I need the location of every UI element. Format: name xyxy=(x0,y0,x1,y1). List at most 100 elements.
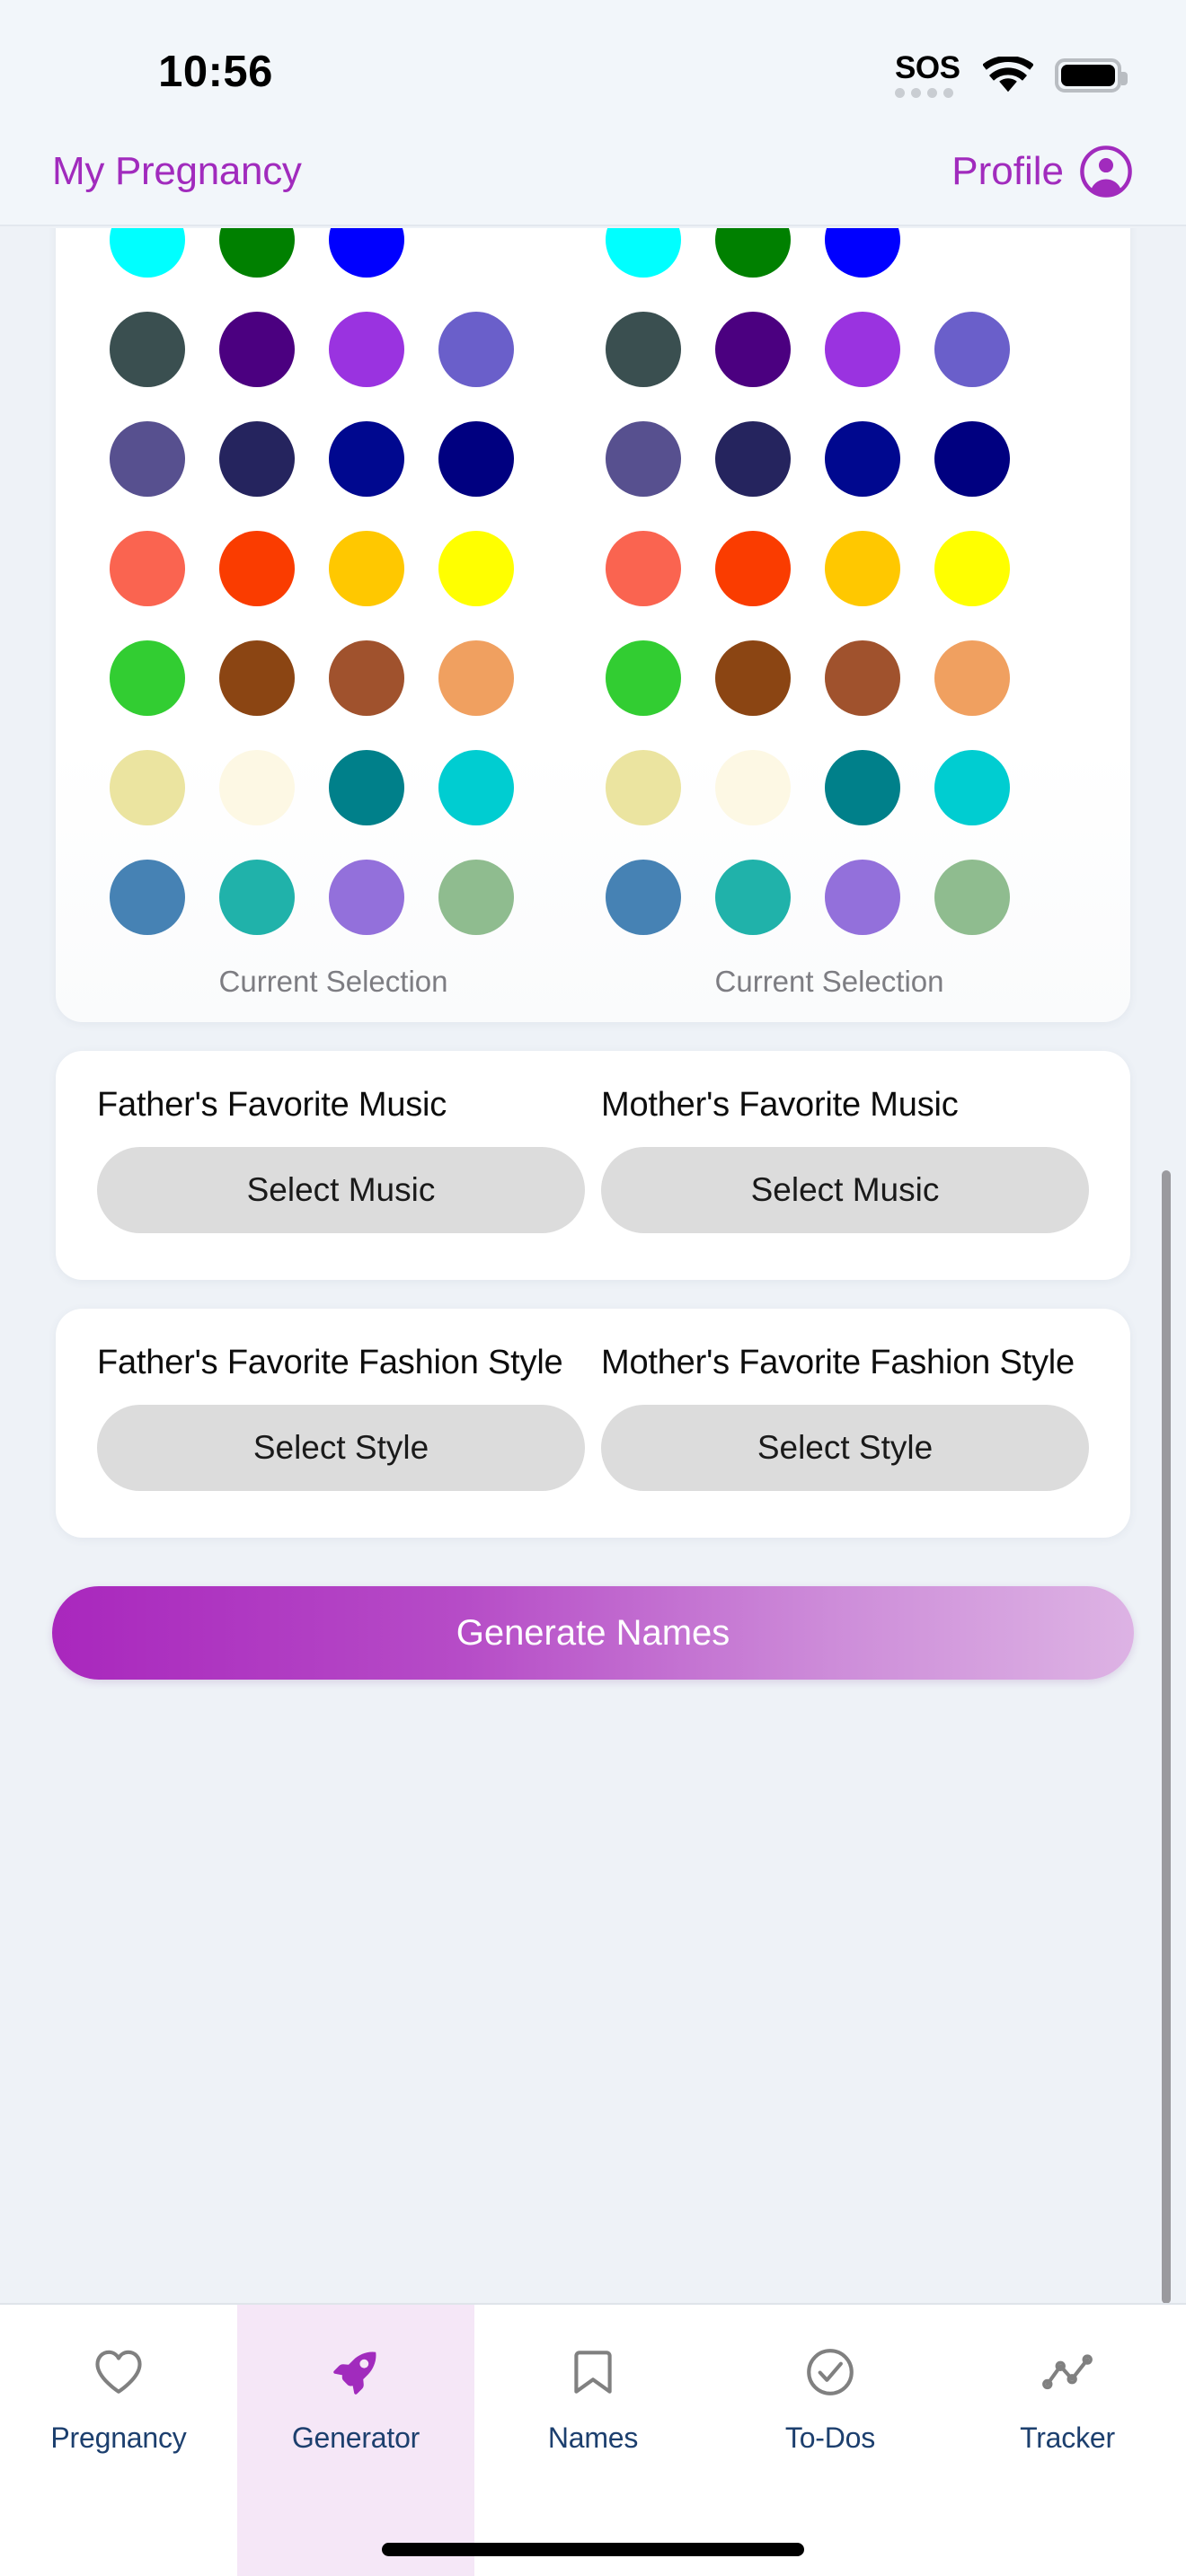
tab-todos[interactable]: To-Dos xyxy=(712,2305,949,2576)
scroll-content[interactable]: Current Selection Current Selection Fath… xyxy=(0,228,1186,2303)
color-swatch[interactable] xyxy=(438,750,514,825)
color-swatch[interactable] xyxy=(825,421,900,497)
color-swatch[interactable] xyxy=(110,750,185,825)
swatch-grid-mother[interactable] xyxy=(593,228,1089,952)
color-swatch[interactable] xyxy=(934,421,1010,497)
heart-icon xyxy=(95,2350,142,2394)
color-swatch[interactable] xyxy=(110,860,185,935)
color-swatch[interactable] xyxy=(606,421,681,497)
color-swatch[interactable] xyxy=(715,860,791,935)
color-swatch[interactable] xyxy=(606,750,681,825)
color-swatch[interactable] xyxy=(606,228,681,278)
color-swatch[interactable] xyxy=(825,228,900,278)
swatch-grid-father[interactable] xyxy=(97,228,593,952)
tab-tracker[interactable]: Tracker xyxy=(949,2305,1186,2576)
vertical-scrollbar[interactable] xyxy=(1162,1170,1171,2304)
color-columns: Current Selection Current Selection xyxy=(97,228,1089,999)
tab-label-pregnancy: Pregnancy xyxy=(50,2422,187,2454)
father-fashion-label: Father's Favorite Fashion Style xyxy=(97,1344,563,1382)
color-swatch[interactable] xyxy=(329,312,404,387)
color-swatch[interactable] xyxy=(934,640,1010,716)
color-swatch[interactable] xyxy=(934,860,1010,935)
bookmark-icon xyxy=(574,2351,612,2394)
swatch-empty-slot xyxy=(934,228,1044,295)
music-fields-row: Father's Favorite Music Select Music Mot… xyxy=(97,1086,1089,1234)
color-swatch[interactable] xyxy=(329,228,404,278)
color-swatch[interactable] xyxy=(110,228,185,278)
current-selection-label-father: Current Selection xyxy=(218,965,448,998)
rocket-icon xyxy=(333,2351,376,2395)
mother-fashion-label: Mother's Favorite Fashion Style xyxy=(601,1344,1075,1382)
father-music-field: Father's Favorite Music Select Music xyxy=(97,1086,585,1234)
color-swatch[interactable] xyxy=(825,640,900,716)
tab-names[interactable]: Names xyxy=(474,2305,712,2576)
color-swatch[interactable] xyxy=(219,421,295,497)
select-father-style-button[interactable]: Select Style xyxy=(97,1405,585,1492)
color-swatch[interactable] xyxy=(934,750,1010,825)
color-swatch[interactable] xyxy=(825,860,900,935)
color-swatch[interactable] xyxy=(606,640,681,716)
current-selection-label-mother: Current Selection xyxy=(714,965,944,998)
check-circle-icon xyxy=(807,2349,854,2395)
color-swatch[interactable] xyxy=(606,531,681,606)
father-music-label: Father's Favorite Music xyxy=(97,1086,447,1124)
tab-label-todos: To-Dos xyxy=(784,2422,876,2454)
color-swatch[interactable] xyxy=(219,860,295,935)
status-bar: 10:56 SOS xyxy=(0,0,1186,119)
color-swatch[interactable] xyxy=(219,312,295,387)
color-swatch[interactable] xyxy=(438,640,514,716)
color-swatch[interactable] xyxy=(715,228,791,278)
mother-music-field: Mother's Favorite Music Select Music xyxy=(601,1086,1089,1234)
color-swatch[interactable] xyxy=(329,750,404,825)
tab-pregnancy[interactable]: Pregnancy xyxy=(0,2305,237,2576)
color-swatch[interactable] xyxy=(219,640,295,716)
color-swatch[interactable] xyxy=(934,531,1010,606)
person-circle-icon xyxy=(1080,146,1132,198)
mother-fashion-field: Mother's Favorite Fashion Style Select S… xyxy=(601,1344,1089,1492)
color-swatch[interactable] xyxy=(438,860,514,935)
color-swatch[interactable] xyxy=(606,860,681,935)
color-swatch[interactable] xyxy=(329,421,404,497)
wifi-icon xyxy=(983,57,1033,93)
home-indicator xyxy=(382,2543,804,2556)
app-header: My Pregnancy Profile xyxy=(0,119,1186,226)
father-fashion-field: Father's Favorite Fashion Style Select S… xyxy=(97,1344,585,1492)
tab-label-names: Names xyxy=(547,2422,639,2454)
color-swatch[interactable] xyxy=(934,312,1010,387)
app-screen: 10:56 SOS My Pregnancy Profile Current S… xyxy=(0,0,1186,2576)
color-swatch[interactable] xyxy=(110,312,185,387)
color-swatch[interactable] xyxy=(438,421,514,497)
mother-music-label: Mother's Favorite Music xyxy=(601,1086,959,1124)
select-father-music-button[interactable]: Select Music xyxy=(97,1147,585,1234)
sos-label: SOS xyxy=(895,50,960,85)
color-swatch[interactable] xyxy=(715,531,791,606)
color-swatch[interactable] xyxy=(825,750,900,825)
color-swatch[interactable] xyxy=(110,531,185,606)
tab-generator[interactable]: Generator xyxy=(237,2305,474,2576)
tab-label-generator: Generator xyxy=(291,2422,420,2454)
color-swatch[interactable] xyxy=(715,640,791,716)
color-swatch[interactable] xyxy=(438,531,514,606)
color-swatch[interactable] xyxy=(715,421,791,497)
color-swatch[interactable] xyxy=(825,312,900,387)
color-swatch[interactable] xyxy=(606,312,681,387)
color-swatch[interactable] xyxy=(329,860,404,935)
color-swatch[interactable] xyxy=(219,531,295,606)
color-swatch[interactable] xyxy=(715,750,791,825)
color-swatch[interactable] xyxy=(219,228,295,278)
color-swatch[interactable] xyxy=(110,421,185,497)
color-swatch[interactable] xyxy=(329,640,404,716)
color-column-mother: Current Selection xyxy=(593,228,1089,999)
color-swatch[interactable] xyxy=(110,640,185,716)
color-swatch[interactable] xyxy=(219,750,295,825)
color-swatch[interactable] xyxy=(715,312,791,387)
color-swatch[interactable] xyxy=(825,531,900,606)
color-swatch[interactable] xyxy=(329,531,404,606)
profile-label: Profile xyxy=(951,149,1064,193)
profile-button[interactable]: Profile xyxy=(951,144,1134,199)
color-swatch[interactable] xyxy=(438,312,514,387)
battery-full-icon xyxy=(1055,58,1128,93)
select-mother-style-button[interactable]: Select Style xyxy=(601,1405,1089,1492)
select-mother-music-button[interactable]: Select Music xyxy=(601,1147,1089,1234)
generate-names-button[interactable]: Generate Names xyxy=(52,1586,1134,1681)
